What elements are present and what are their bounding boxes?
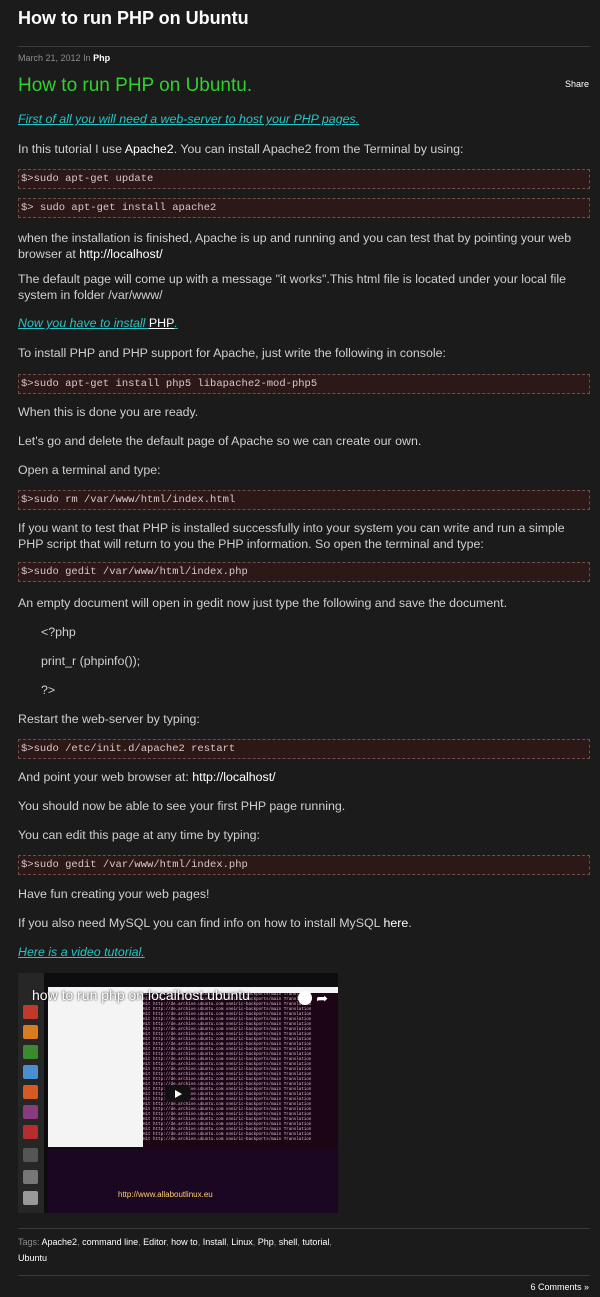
video-url-text: http://www.allaboutlinux.eu [118,1190,213,1199]
paragraph: When this is done you are ready. [18,405,199,419]
paragraph: And point your web browser at: http://lo… [18,769,590,785]
paragraph: The default page will come up with a mes… [18,272,567,302]
paragraph: You can edit this page at any time by ty… [18,828,261,842]
launcher-icon [23,1170,38,1184]
launcher-icon [23,1025,38,1039]
play-button[interactable] [166,1086,190,1102]
post-title: How to run PHP on Ubuntu. [18,75,253,96]
post-date: March 21, 2012 [18,53,81,63]
localhost-link[interactable]: http://localhost/ [192,770,275,784]
launcher-icon [23,1005,38,1019]
trash-icon [23,1191,38,1205]
mysql-link[interactable]: here [384,916,409,930]
launcher-bar [18,973,44,1213]
video-player[interactable]: Hit http://de.archive.ubuntu.com oneiric… [18,973,338,1213]
paragraph: when the installation is finished, Apach… [18,230,590,262]
tag-link[interactable]: Php [258,1237,274,1247]
text: . [408,916,412,930]
watch-later-icon[interactable] [298,991,312,1005]
video-title: how to run php on localhost ubuntu [32,987,250,1003]
webserver-link[interactable]: First of all you will need a web-server … [18,112,359,126]
video-tutorial-link[interactable]: Here is a video tutorial. [18,945,145,959]
divider [18,1275,590,1276]
paragraph: You should now be able to see your first… [18,799,346,813]
text: . You can install Apache2 from the Termi… [173,142,464,156]
paragraph: Let's go and delete the default page of … [18,434,422,448]
code-block: $>sudo gedit /var/www/html/index.php [18,855,590,875]
comments-link[interactable]: 6 Comments » [530,1282,589,1292]
code-block: $>sudo apt-get install php5 libapache2-m… [18,374,590,394]
launcher-icon [23,1065,38,1079]
code-block: $>sudo rm /var/www/html/index.html [18,490,590,510]
divider [18,46,590,47]
code-block: $>sudo gedit /var/www/html/index.php [18,562,590,582]
tags-list: Tags: Apache2, command line, Editor, how… [18,1237,332,1263]
paragraph: Open a terminal and type: [18,463,161,477]
terminal-window: Hit http://de.archive.ubuntu.com oneiric… [143,993,338,1149]
php-link[interactable]: PHP [149,316,174,330]
code-line: ?> [41,683,56,697]
category-link[interactable]: Php [93,53,110,63]
page-header: How to run PHP on Ubuntu [18,7,582,29]
paragraph: Restart the web-server by typing: [18,712,200,726]
text: If you also need MySQL you can find info… [18,916,384,930]
launcher-icon [23,1045,38,1059]
share-button[interactable]: Share [565,79,589,89]
code-block: $>sudo apt-get update [18,169,590,189]
paragraph: If you also need MySQL you can find info… [18,915,590,931]
divider [18,1228,590,1229]
tags-label: Tags: [18,1237,40,1247]
code-block: $>sudo /etc/init.d/apache2 restart [18,739,590,759]
tag-link[interactable]: Linux [231,1237,253,1247]
code-line: <?php [41,625,76,639]
share-arrow-icon[interactable]: ➦ [316,991,328,1005]
code-block: $> sudo apt-get install apache2 [18,198,590,218]
paragraph: In this tutorial I use Apache2. You can … [18,141,590,157]
paragraph: To install PHP and PHP support for Apach… [18,346,446,360]
text: And point your web browser at: [18,770,193,784]
localhost-link[interactable]: http://localhost/ [79,247,162,261]
tag-link[interactable]: command line [82,1237,138,1247]
tag-link[interactable]: Apache2 [42,1237,78,1247]
paragraph: Have fun creating your web pages! [18,887,210,901]
tag-link[interactable]: how to [171,1237,198,1247]
paragraph: Now you have to install PHP. [18,315,590,331]
tag-link[interactable]: shell [279,1237,298,1247]
launcher-icon [23,1125,38,1139]
page-title: How to run PHP on Ubuntu [18,8,249,28]
in-word: In [83,53,91,63]
apache2-link[interactable]: Apache2 [125,142,174,156]
code-line: print_r (phpinfo()); [41,654,141,668]
text: . [174,316,178,330]
text: In this tutorial I use [18,142,125,156]
launcher-icon [23,1085,38,1099]
paragraph: An empty document will open in gedit now… [18,596,508,610]
launcher-icon [23,1148,38,1162]
paragraph: If you want to test that PHP is installe… [18,521,565,551]
tag-link[interactable]: Ubuntu [18,1253,47,1263]
install-php-text[interactable]: Now you have to install [18,316,149,330]
launcher-icon [23,1105,38,1119]
post-meta: March 21, 2012 In Php [18,53,110,63]
tag-link[interactable]: tutorial [302,1237,329,1247]
desktop-wallpaper [48,1149,338,1213]
tag-link[interactable]: Editor [143,1237,166,1247]
tag-link[interactable]: Install [203,1237,227,1247]
